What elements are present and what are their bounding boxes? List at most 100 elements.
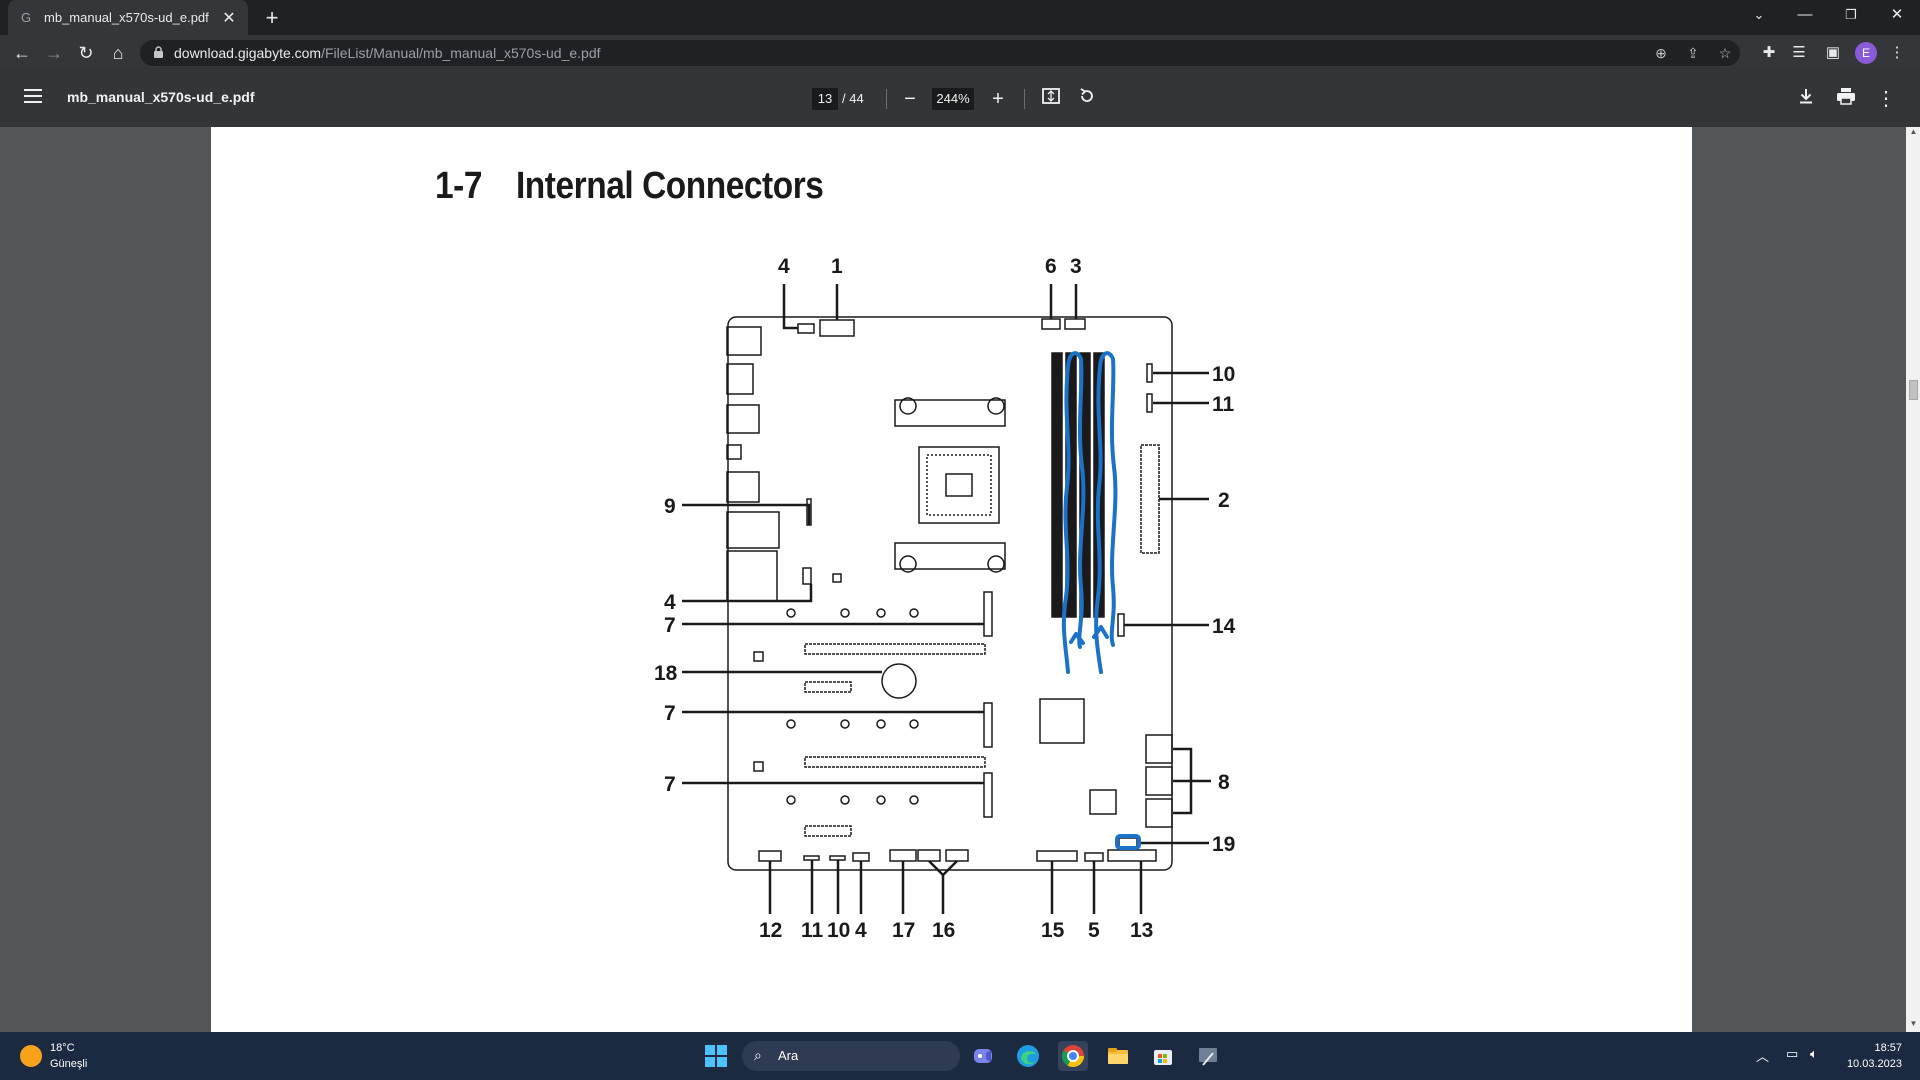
search-icon: ⌕ [754,1047,762,1063]
tab-search-icon[interactable]: ⌄ [1736,0,1782,30]
weather-sun-icon[interactable] [20,1045,42,1067]
tab-close-icon[interactable]: ✕ [220,8,238,28]
scroll-up-icon[interactable]: ▲ [1909,127,1918,136]
close-window-button[interactable]: ✕ [1874,0,1920,30]
extensions-icon[interactable]: ✚ [1756,40,1782,66]
callout-13: 13 [1130,919,1153,942]
print-button[interactable] [1833,86,1859,112]
small-chip [753,651,764,662]
zoom-out-button[interactable]: − [897,86,923,112]
share-icon[interactable]: ⇪ [1682,43,1704,63]
zoom-in-button[interactable]: + [985,86,1011,112]
weather-temperature[interactable]: 18°C [50,1042,75,1054]
callout-4: 4 [778,255,790,278]
header-19 [1118,837,1138,848]
minimize-button[interactable]: — [1782,0,1828,30]
new-tab-button[interactable]: + [258,4,286,32]
address-bar[interactable]: download.gigabyte.com/FileList/Manual/mb… [140,40,1740,66]
cpu-socket [918,446,1000,524]
clock-time[interactable]: 18:57 [1846,1042,1902,1054]
callout-4-bottom: 4 [855,919,867,942]
snipping-tool-icon[interactable] [1193,1041,1223,1071]
connector-fan [1064,318,1086,330]
forward-button[interactable]: → [40,39,68,67]
profile-avatar[interactable]: E [1855,42,1877,64]
vertical-scrollbar[interactable]: ▲ ▼ [1906,127,1920,1032]
tab-title: mb_manual_x570s-ud_e.pdf [44,10,209,25]
reading-list-icon[interactable]: ☰ [1786,40,1812,66]
m2-slot [983,772,993,818]
small-chip [832,573,842,583]
callout-1: 1 [831,255,843,278]
callout-6: 6 [1045,255,1057,278]
teams-chat-app-icon[interactable] [968,1041,998,1071]
atx-24pin-connector [1140,444,1160,554]
windows-taskbar: 18°C Güneşli ⌕ Ara ︿ ▭ 🔈︎ 18:57 10.03.20… [0,1032,1920,1080]
weather-description[interactable]: Güneşli [50,1058,87,1070]
pcie-slot [804,643,986,655]
callout-3: 3 [1070,255,1082,278]
header-10 [829,855,846,861]
network-icon[interactable]: ▭ [1786,1046,1798,1062]
header-12 [758,850,782,862]
home-button[interactable]: ⌂ [104,39,132,67]
lock-icon[interactable] [154,46,163,58]
back-button[interactable]: ← [8,39,36,67]
header-17 [889,849,917,862]
front-panel-header [1107,849,1157,862]
scroll-down-icon[interactable]: ▼ [1909,1019,1918,1028]
chrome-browser-icon[interactable] [1058,1041,1088,1071]
callout-16: 16 [932,919,955,942]
volume-icon[interactable]: 🔈︎ [1810,1046,1818,1062]
zoom-level-input[interactable]: 244% [932,88,974,110]
callout-10-bottom: 10 [827,919,850,942]
io-port [726,444,742,460]
microsoft-store-icon[interactable] [1148,1041,1178,1071]
callout-11: 11 [1212,393,1235,416]
callout-7: 7 [664,614,676,637]
header-16 [945,849,969,862]
pdf-toolbar: mb_manual_x570s-ud_e.pdf 13 / 44 − 244% … [0,70,1920,127]
taskbar-search[interactable]: ⌕ Ara [742,1041,960,1071]
callout-17: 17 [892,919,915,942]
connector-fan [1041,318,1061,330]
header-14 [1117,613,1125,637]
callout-15: 15 [1041,919,1065,942]
download-button[interactable] [1793,86,1819,112]
fit-to-page-button[interactable] [1038,86,1064,112]
callout-18: 18 [654,662,678,685]
page-number-input[interactable]: 13 [812,88,838,110]
cpu-socket-pins [926,454,992,516]
zoom-icon[interactable]: ⊕ [1650,43,1672,63]
bookmark-star-icon[interactable]: ☆ [1714,43,1736,63]
print-icon [1837,88,1855,105]
pcie-slot [804,756,986,768]
chipset [1039,698,1085,744]
clock-date[interactable]: 10.03.2023 [1836,1058,1902,1070]
side-panel-icon[interactable]: ▣ [1820,40,1846,66]
callout-7: 7 [664,773,676,796]
scroll-thumb[interactable] [1909,380,1918,400]
m2-slot [983,702,993,748]
show-hidden-icons-chevron-icon[interactable]: ︿ [1756,1046,1769,1065]
callout-12: 12 [759,919,782,942]
hamburger-menu-icon[interactable] [24,89,42,103]
pdf-more-options-icon[interactable]: ⋮ [1873,86,1899,112]
windows-start-icon[interactable] [705,1045,727,1067]
pcie-slot [804,825,852,837]
callout-5: 5 [1088,919,1100,942]
callout-2: 2 [1218,489,1230,512]
file-explorer-icon[interactable] [1103,1041,1133,1071]
cmos-battery [881,663,917,699]
pdf-file-name: mb_manual_x570s-ud_e.pdf [67,89,255,105]
edge-browser-icon[interactable] [1013,1041,1043,1071]
restore-button[interactable]: ❐ [1828,0,1874,30]
reload-button[interactable]: ↻ [72,39,100,67]
pdf-viewport[interactable]: 1-7 Internal Connectors 4 1 6 3 10 11 2 … [0,127,1906,1032]
callout-9: 9 [664,495,676,518]
rotate-button[interactable] [1074,86,1100,112]
fan-header [802,567,812,585]
url-text[interactable]: download.gigabyte.com/FileList/Manual/mb… [174,45,601,61]
browser-tab[interactable]: G mb_manual_x570s-ud_e.pdf ✕ [8,0,248,35]
chrome-menu-icon[interactable]: ⋮ [1884,40,1910,66]
